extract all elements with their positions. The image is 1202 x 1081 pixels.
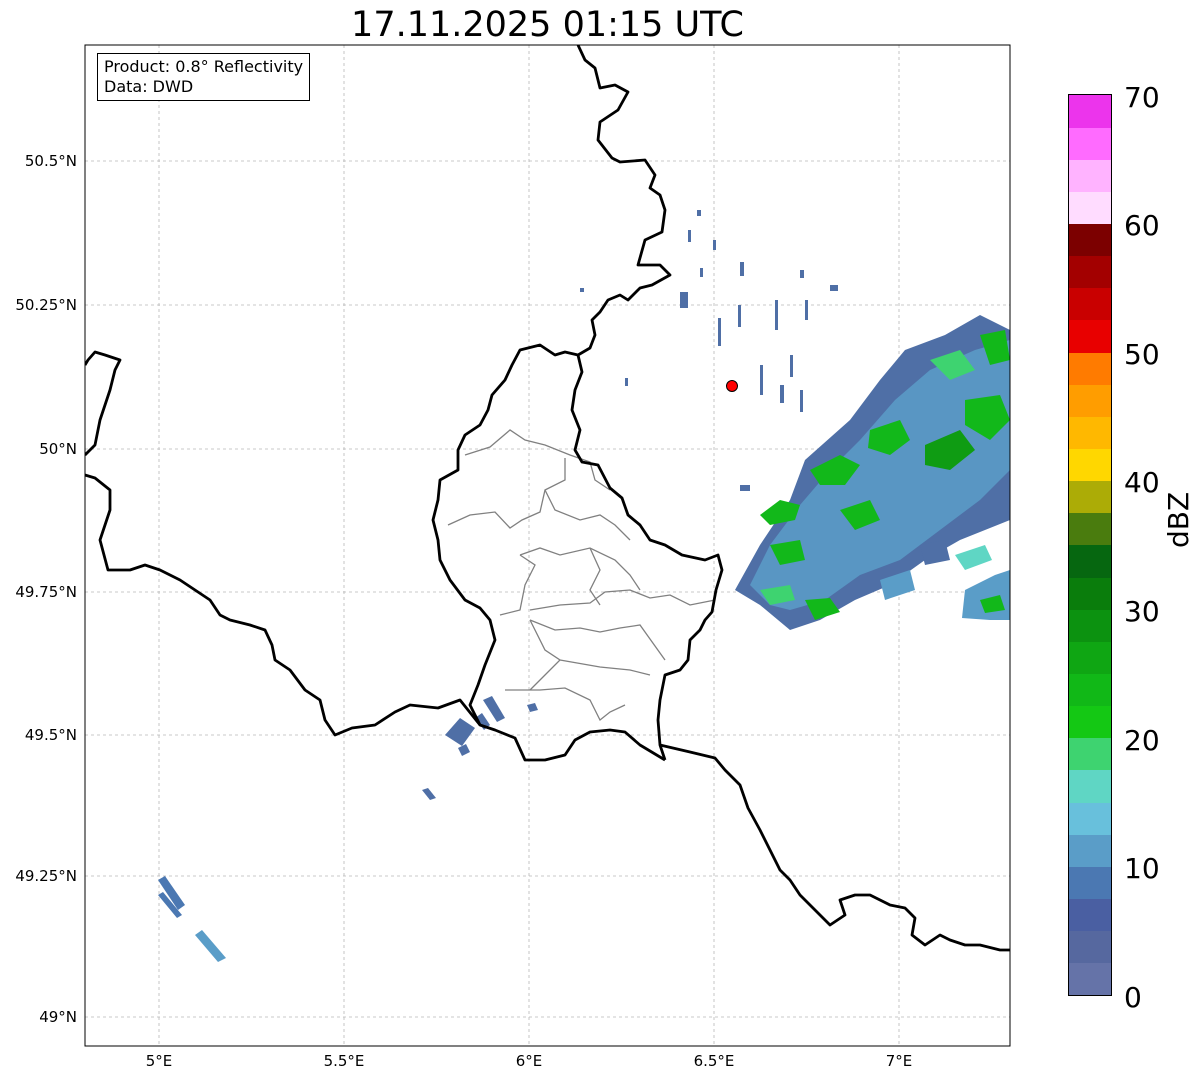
lat-labels: 50.5°N 50.25°N 50°N 49.75°N 49.5°N 49.25… [15,152,77,1026]
colorbar-tick: 0 [1124,981,1142,1014]
colorbar-band [1069,641,1111,675]
colorbar-label: dBZ [1162,491,1195,548]
colorbar-tick: 70 [1124,81,1160,114]
colorbar-band [1069,159,1111,192]
colorbar-tick: 60 [1124,209,1160,242]
colorbar-tick: 50 [1124,338,1160,371]
colorbar-band [1069,287,1111,321]
lat-label: 49.75°N [15,583,77,601]
colorbar-band [1069,95,1111,128]
colorbar-band [1069,545,1111,578]
lon-label: 6.5°E [694,1052,735,1070]
lat-label: 49°N [39,1008,77,1026]
colorbar-band [1069,930,1111,964]
colorbar-band [1069,962,1111,996]
colorbar-band [1069,866,1111,900]
colorbar-band [1069,223,1111,257]
lon-label: 5°E [146,1052,173,1070]
colorbar-band [1069,416,1111,450]
colorbar-band [1069,898,1111,932]
lon-label: 7°E [886,1052,913,1070]
colorbar-band [1069,448,1111,482]
colorbar-band [1069,770,1111,803]
data-source-label: Data: DWD [104,77,194,96]
colorbar-tick: 40 [1124,466,1160,499]
colorbar-band [1069,320,1111,353]
colorbar [1068,94,1112,996]
info-box: Product: 0.8° Reflectivity Data: DWD [97,53,311,101]
colorbar-band [1069,127,1111,160]
colorbar-band [1069,191,1111,225]
colorbar-band [1069,609,1111,642]
lat-label: 49.5°N [25,726,77,744]
colorbar-tick: 30 [1124,595,1160,628]
colorbar-band [1069,512,1111,546]
colorbar-band [1069,480,1111,514]
lon-label: 5.5°E [324,1052,365,1070]
radar-site-marker [726,380,738,392]
colorbar-band [1069,352,1111,385]
lat-label: 50.25°N [15,296,77,314]
lon-labels: 5°E 5.5°E 6°E 6.5°E 7°E [146,1052,913,1070]
lat-label: 50.5°N [25,152,77,170]
radar-map: 50.5°N 50.25°N 50°N 49.75°N 49.5°N 49.25… [15,44,1011,1070]
colorbar-band [1069,255,1111,289]
lat-label: 50°N [39,440,77,458]
map-title: 17.11.2025 01:15 UTC [351,5,744,45]
colorbar-band [1069,384,1111,417]
product-label: Product: 0.8° Reflectivity [104,57,304,76]
lon-label: 6°E [516,1052,543,1070]
colorbar-tick: 20 [1124,724,1160,757]
colorbar-band [1069,802,1111,835]
colorbar-band [1069,737,1111,771]
colorbar-band [1069,673,1111,707]
colorbar-band [1069,577,1111,610]
colorbar-band [1069,705,1111,739]
colorbar-band [1069,834,1111,867]
colorbar-tick: 10 [1124,852,1160,885]
lat-label: 49.25°N [15,867,77,885]
